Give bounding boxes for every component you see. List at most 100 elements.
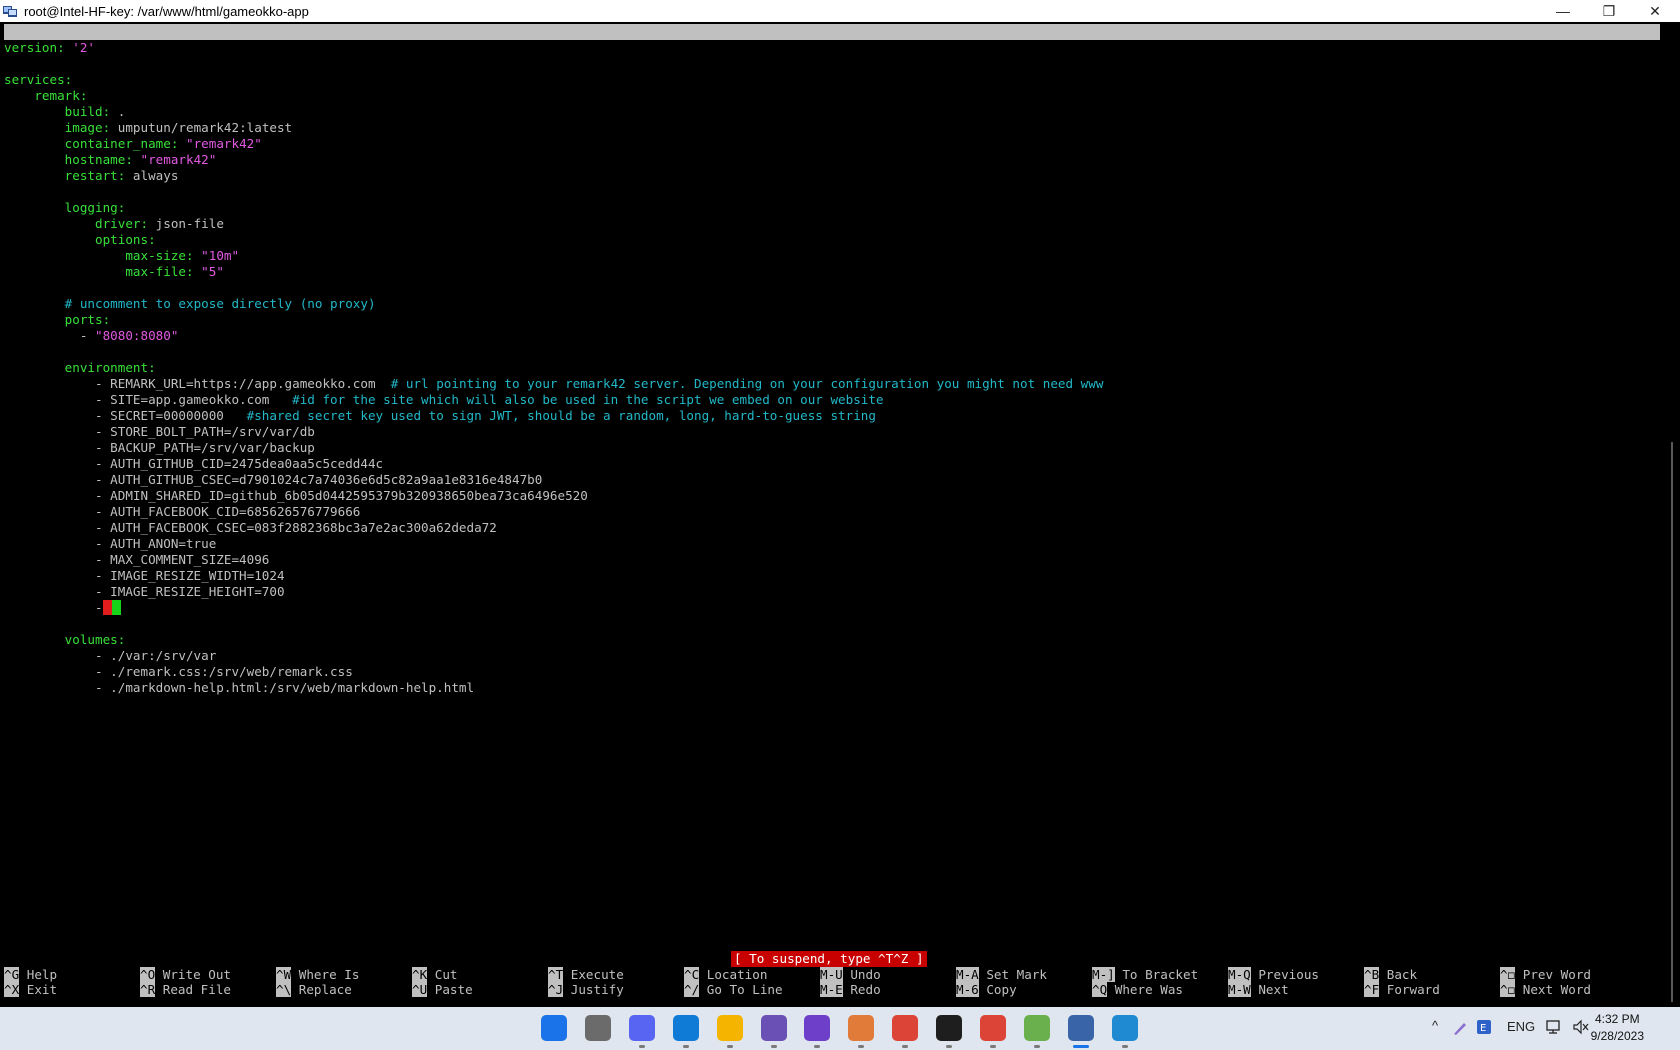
shortcut-label: Where Is: [291, 967, 360, 982]
running-indicator: [1072, 1045, 1089, 1048]
window-titlebar: root@Intel-HF-key: /var/www/html/gameokk…: [0, 0, 1680, 22]
nano-filename: docker-compose.yml *: [788, 56, 940, 71]
shortcut-where-is: ^W Where Is: [276, 967, 359, 983]
running-indicator: [726, 1045, 733, 1048]
file-line[interactable]: - STORE_BOLT_PATH=/srv/var/db: [4, 424, 315, 440]
file-line[interactable]: - SECRET=00000000 #shared secret key use…: [4, 408, 876, 424]
file-line[interactable]: - ./markdown-help.html:/srv/web/markdown…: [4, 680, 474, 696]
shortcut-label: Write Out: [155, 967, 231, 982]
language-indicator[interactable]: ENG: [1507, 1019, 1535, 1034]
shortcut-key: ^O: [140, 967, 156, 982]
volume-muted-icon[interactable]: [1572, 1019, 1590, 1035]
shortcut-redo: M-E Redo: [820, 982, 881, 998]
file-line[interactable]: - ./remark.css:/srv/web/remark.css: [4, 664, 353, 680]
file-line[interactable]: version: '2': [4, 40, 95, 56]
file-line[interactable]: logging:: [4, 200, 126, 216]
file-line[interactable]: - ADMIN_SHARED_ID=github_6b05d0442595379…: [4, 488, 588, 504]
terminal-icon[interactable]: [936, 1015, 963, 1041]
system-clock[interactable]: 4:32 PM 9/28/2023: [1591, 1011, 1644, 1045]
file-line[interactable]: restart: always: [4, 168, 179, 184]
file-line[interactable]: services:: [4, 72, 72, 88]
putty-icon[interactable]: [1067, 1015, 1094, 1041]
shortcut-replace: ^\ Replace: [276, 982, 352, 998]
scrollbar-thumb[interactable]: [1671, 442, 1673, 1002]
chrome-profile-icon[interactable]: [980, 1015, 1006, 1041]
file-line[interactable]: - IMAGE_RESIZE_HEIGHT=700: [4, 584, 285, 600]
vscode-icon[interactable]: [1111, 1015, 1138, 1041]
discord-icon[interactable]: [628, 1015, 655, 1041]
shortcut-key: M-W: [1228, 982, 1251, 997]
shortcut-label: Prev Word: [1515, 967, 1591, 982]
terminal-area[interactable]: GNU nano 6.2 docker-compose.yml * versio…: [0, 22, 1664, 1007]
file-line[interactable]: max-size: "10m": [4, 248, 239, 264]
github-desktop-icon[interactable]: [804, 1015, 831, 1041]
file-line[interactable]: image: umputun/remark42:latest: [4, 120, 292, 136]
file-line[interactable]: - BACKUP_PATH=/srv/var/backup: [4, 440, 315, 456]
shortcut-key: ^\: [276, 982, 292, 997]
shortcut-key: ^Q: [1092, 982, 1108, 997]
shortcut-key: ^R: [140, 982, 156, 997]
file-line[interactable]: environment:: [4, 360, 156, 376]
file-line[interactable]: volumes:: [4, 632, 126, 648]
file-line[interactable]: - SITE=app.gameokko.com #id for the site…: [4, 392, 884, 408]
running-indicator: [902, 1045, 909, 1048]
shortcut-previous: M-Q Previous: [1228, 967, 1319, 983]
file-line[interactable]: - AUTH_ANON=true: [4, 536, 216, 552]
shortcut-label: Paste: [427, 982, 473, 997]
shortcut-label: Back: [1379, 967, 1418, 982]
file-line[interactable]: - "8080:8080": [4, 328, 179, 344]
maximize-button[interactable]: ❐: [1586, 0, 1632, 22]
file-line[interactable]: build: .: [4, 104, 126, 120]
clock-time: 4:32 PM: [1594, 1012, 1640, 1026]
shortcut-label: Location: [699, 967, 768, 982]
file-line[interactable]: - REMARK_URL=https://app.gameokko.com # …: [4, 376, 1103, 392]
file-line[interactable]: options:: [4, 232, 156, 248]
minimize-button[interactable]: —: [1540, 0, 1586, 22]
file-line[interactable]: hostname: "remark42": [4, 152, 217, 168]
nox-player-icon[interactable]: [760, 1015, 787, 1041]
file-line[interactable]: - ./var:/srv/var: [4, 648, 216, 664]
file-line[interactable]: # uncomment to expose directly (no proxy…: [4, 296, 376, 312]
file-line[interactable]: - MAX_COMMENT_SIZE=4096: [4, 552, 269, 568]
shortcut-key: M-U: [820, 967, 843, 982]
file-line[interactable]: ports:: [4, 312, 111, 328]
file-line[interactable]: -: [4, 600, 121, 616]
nano-header-bar: GNU nano 6.2 docker-compose.yml *: [4, 24, 1660, 71]
file-line[interactable]: - AUTH_FACEBOOK_CID=685626576779666: [4, 504, 360, 520]
close-button[interactable]: ✕: [1632, 0, 1678, 22]
running-indicator: [858, 1045, 865, 1048]
pen-icon[interactable]: [1452, 1020, 1468, 1036]
chrome-icon[interactable]: [892, 1015, 919, 1041]
shortcut-label: Undo: [842, 967, 881, 982]
shortcut-where-was: ^Q Where Was: [1092, 982, 1183, 998]
edge-icon[interactable]: [672, 1015, 699, 1041]
file-line[interactable]: remark:: [4, 88, 87, 104]
shortcut-cut: ^K Cut: [412, 967, 458, 983]
file-line[interactable]: - IMAGE_RESIZE_WIDTH=1024: [4, 568, 285, 584]
file-line[interactable]: driver: json-file: [4, 216, 224, 232]
file-line[interactable]: container_name: "remark42": [4, 136, 262, 152]
shortcut-label: Cut: [427, 967, 458, 982]
start-button-icon[interactable]: [541, 1015, 567, 1041]
shortcut-label: Forward: [1379, 982, 1440, 997]
input-method-icon[interactable]: E: [1476, 1019, 1492, 1035]
network-icon[interactable]: [1546, 1019, 1564, 1035]
file-line[interactable]: max-file: "5": [4, 264, 224, 280]
notepad-plus-icon[interactable]: [1023, 1015, 1050, 1041]
shortcut-label: To Bracket: [1114, 967, 1199, 982]
shortcut-key: M-6: [956, 982, 979, 997]
shortcut-key: ^F: [1364, 982, 1380, 997]
window-title: root@Intel-HF-key: /var/www/html/gameokk…: [24, 4, 309, 19]
file-line[interactable]: - AUTH_GITHUB_CSEC=d7901024c7a74036e6d5c…: [4, 472, 542, 488]
app-colorful-icon[interactable]: [848, 1015, 875, 1041]
file-explorer-icon[interactable]: [716, 1015, 743, 1041]
shortcut-key: M-E: [820, 982, 843, 997]
shortcut-to-bracket: M-] To Bracket: [1092, 967, 1198, 983]
terminal-scrollbar[interactable]: [1664, 22, 1680, 1007]
shortcut-label: Next: [1250, 982, 1289, 997]
shortcut-key: ^◻: [1500, 982, 1516, 997]
file-line[interactable]: - AUTH_FACEBOOK_CSEC=083f2882368bc3a7e2a…: [4, 520, 497, 536]
file-line[interactable]: - AUTH_GITHUB_CID=2475dea0aa5c5cedd44c: [4, 456, 383, 472]
tray-chevron-icon[interactable]: ^: [1432, 1018, 1438, 1033]
task-view-icon[interactable]: [584, 1015, 611, 1041]
